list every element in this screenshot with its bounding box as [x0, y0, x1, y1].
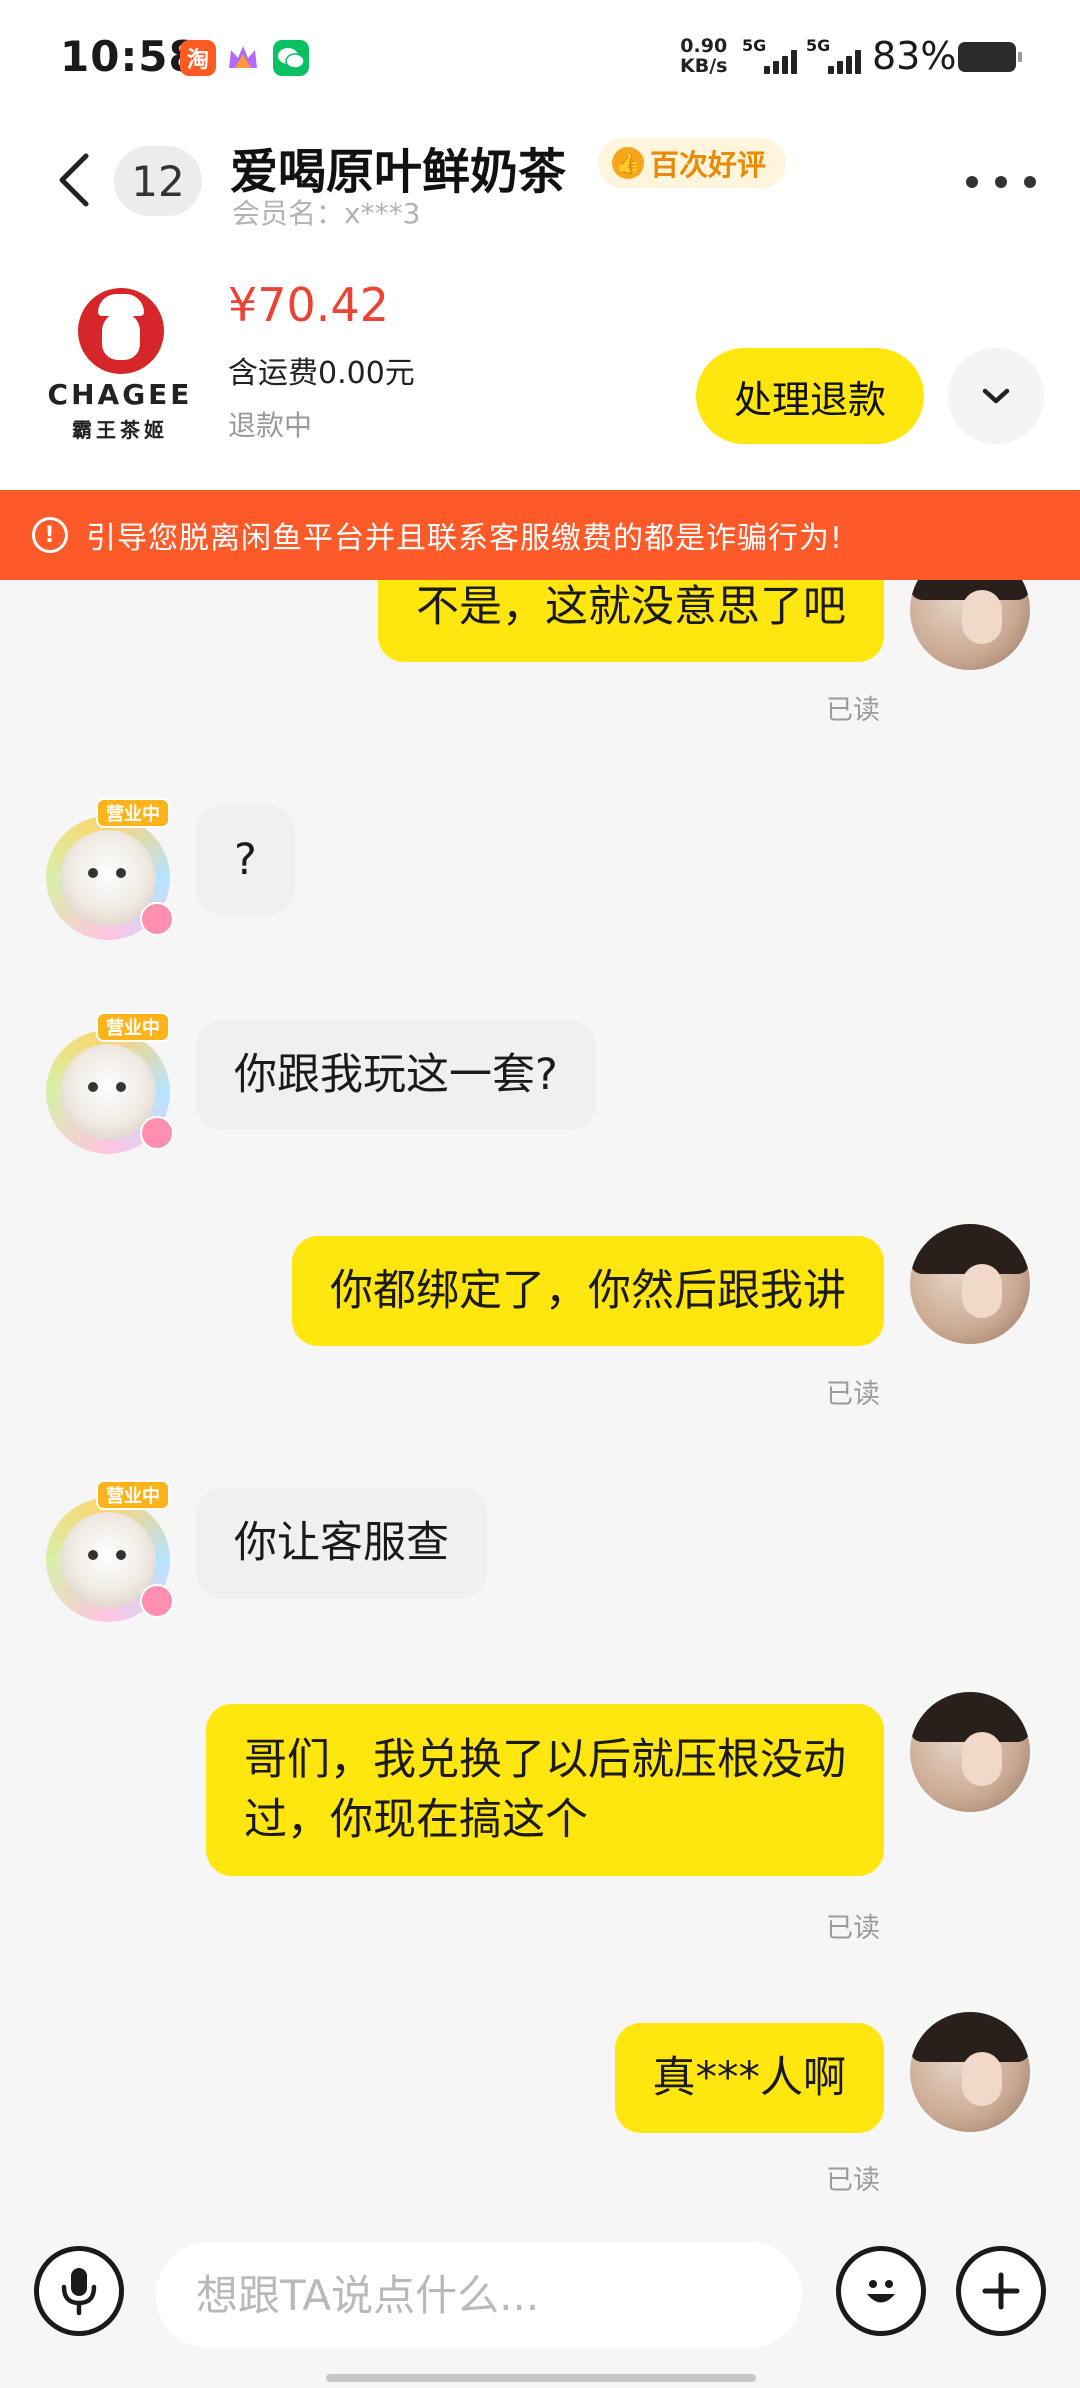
message-line: 哥们，我兑换了以后就压根没动 [244, 1735, 846, 1785]
signal-icon: 5G [806, 36, 866, 76]
message-bubble-incoming[interactable]: 你跟我玩这一套? [196, 1020, 596, 1130]
message-bubble-incoming[interactable]: ? [196, 805, 295, 915]
open-status-tag: 营业中 [96, 1480, 170, 1510]
review-badge-label: 百次好评 [650, 148, 767, 182]
battery-percentage: 83% [872, 34, 957, 78]
dot-icon [995, 176, 1007, 188]
fraud-warning-banner: ! 引导您脱离闲鱼平台并且联系客服缴费的都是诈骗行为! [0, 490, 1080, 580]
voice-input-button[interactable] [34, 2246, 124, 2336]
home-indicator[interactable] [326, 2374, 756, 2382]
expand-order-button[interactable] [948, 348, 1044, 444]
my-avatar[interactable] [910, 2012, 1030, 2132]
message-input[interactable] [156, 2242, 802, 2348]
order-status: 退款中 [228, 409, 313, 442]
message-bubble-outgoing[interactable]: 哥们，我兑换了以后就压根没动 过，你现在搞这个 [206, 1704, 884, 1876]
signal-icon: 5G [742, 36, 802, 76]
octopus-sticker-icon [140, 902, 174, 936]
smiley-icon [867, 2280, 895, 2303]
brand-name-cn: 霸王茶姬 [72, 418, 168, 442]
member-name: 会员名：x***3 [232, 197, 421, 230]
order-card[interactable]: CHAGEE 霸王茶姬 ¥70.42 含运费0.00元 退款中 处理退款 [0, 260, 1080, 460]
read-receipt: 已读 [826, 2165, 880, 2196]
chat-screen: 10:58 淘 0.90 KB/s 5G 5G 83% 12 爱喝原叶鲜奶茶 👍… [0, 0, 1080, 2388]
chagee-logo-icon [78, 288, 164, 374]
shop-avatar[interactable]: 营业中 [40, 1480, 180, 1622]
read-receipt: 已读 [826, 695, 880, 726]
brand-name-en: CHAGEE [47, 378, 193, 411]
message-list[interactable]: 不是，这就没意思了吧 已读 营业中 ? 营业中 你跟我玩这一套? 你都绑定了，你… [0, 580, 1080, 2230]
chevron-left-icon [59, 153, 89, 207]
chat-header: 12 爱喝原叶鲜奶茶 👍 百次好评 会员名：x***3 [0, 120, 1080, 240]
battery-icon [958, 42, 1022, 72]
alert-icon: ! [32, 517, 68, 553]
octopus-sticker-icon [140, 1116, 174, 1150]
plus-icon [982, 2272, 1020, 2310]
network-speed-unit: KB/s [680, 55, 728, 77]
taobao-icon: 淘 [180, 40, 216, 76]
message-line: 过，你现在搞这个 [244, 1795, 588, 1845]
message-bubble-outgoing[interactable]: 真***人啊 [614, 2023, 884, 2133]
status-bar: 10:58 淘 0.90 KB/s 5G 5G 83% [0, 0, 1080, 120]
message-bubble-outgoing[interactable]: 不是，这就没意思了吧 [378, 580, 884, 662]
chevron-down-icon [982, 388, 1010, 404]
read-receipt: 已读 [826, 1913, 880, 1944]
my-avatar[interactable] [910, 580, 1030, 670]
message-bubble-incoming[interactable]: 你让客服查 [196, 1488, 487, 1598]
message-bubble-outgoing[interactable]: 你都绑定了，你然后跟我讲 [292, 1236, 884, 1346]
microphone-icon [61, 2268, 97, 2316]
more-actions-button[interactable] [956, 2246, 1046, 2336]
signal-label: 5G [742, 36, 767, 55]
order-price: ¥70.42 [228, 278, 389, 332]
crown-app-icon [225, 40, 261, 76]
product-image[interactable]: CHAGEE 霸王茶姬 [40, 280, 200, 450]
top-panel: 10:58 淘 0.90 KB/s 5G 5G 83% 12 爱喝原叶鲜奶茶 👍… [0, 0, 1080, 490]
input-bar [0, 2230, 1080, 2388]
open-status-tag: 营业中 [96, 798, 170, 828]
wechat-icon [273, 40, 309, 76]
network-speed: 0.90 KB/s [680, 36, 727, 76]
shop-avatar[interactable]: 营业中 [40, 1012, 180, 1154]
more-options-button[interactable] [966, 172, 1036, 192]
thumbs-up-icon: 👍 [612, 147, 644, 179]
shipping-note: 含运费0.00元 [228, 356, 415, 391]
my-avatar[interactable] [910, 1692, 1030, 1812]
octopus-sticker-icon [140, 1584, 174, 1618]
review-badge[interactable]: 👍 百次好评 [598, 138, 787, 188]
unread-count-badge[interactable]: 12 [114, 146, 202, 216]
signal-label: 5G [806, 36, 831, 55]
back-button[interactable] [50, 150, 100, 210]
process-refund-button[interactable]: 处理退款 [696, 348, 924, 444]
dot-icon [966, 176, 978, 188]
my-avatar[interactable] [910, 1224, 1030, 1344]
read-receipt: 已读 [826, 1379, 880, 1410]
fraud-warning-text: 引导您脱离闲鱼平台并且联系客服缴费的都是诈骗行为! [86, 521, 844, 556]
status-time: 10:58 [60, 32, 199, 81]
dot-icon [1024, 176, 1036, 188]
shop-avatar[interactable]: 营业中 [40, 798, 180, 940]
open-status-tag: 营业中 [96, 1012, 170, 1042]
network-speed-value: 0.90 [680, 35, 728, 57]
emoji-button[interactable] [836, 2246, 926, 2336]
